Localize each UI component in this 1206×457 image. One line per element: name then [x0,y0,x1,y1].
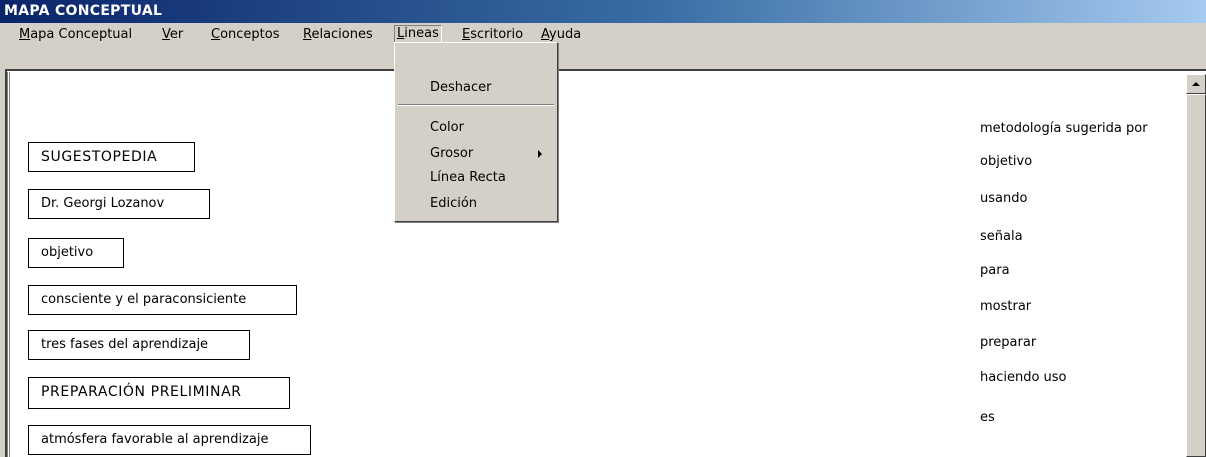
menu-mnemonic: M [19,27,31,42]
menu-item-deshacer[interactable]: Deshacer [430,80,491,96]
menu-label: apa Conceptual [30,27,133,42]
menu-bar: Mapa Conceptual Ver Conceptos Relaciones… [0,23,1206,45]
menu-label: elaciones [311,27,373,42]
menu-mnemonic: V [162,27,170,42]
relation-label[interactable]: mostrar [980,299,1031,314]
window-title: MAPA CONCEPTUAL [4,3,163,19]
relation-label[interactable]: preparar [980,335,1036,350]
concept-box[interactable]: Dr. Georgi Lozanov [28,189,210,219]
vertical-scrollbar[interactable] [1186,74,1206,457]
menu-ver[interactable]: Ver [160,26,185,43]
menu-item-color[interactable]: Color [430,120,464,136]
relation-label[interactable]: señala [980,229,1023,244]
lineas-dropdown-menu: Deshacer Color Grosor Línea Recta Edició… [394,42,558,222]
menu-ayuda[interactable]: Ayuda [539,26,583,43]
menu-relaciones[interactable]: Relaciones [301,26,375,43]
menu-escritorio[interactable]: Escritorio [460,26,525,43]
menu-item-edicion[interactable]: Edición [430,196,477,212]
concept-box[interactable]: PREPARACIÓN PRELIMINAR [28,377,290,409]
canvas-left-edge [7,72,10,457]
menu-separator [398,104,554,106]
menu-label: onceptos [220,27,280,42]
menu-item-grosor[interactable]: Grosor [430,146,473,162]
menu-label: er [169,27,184,42]
menu-mnemonic: E [462,27,471,42]
relation-label[interactable]: metodología sugerida por [980,121,1148,136]
menu-conceptos[interactable]: Conceptos [209,26,282,43]
scroll-up-button[interactable] [1186,74,1206,94]
relation-label[interactable]: usando [980,191,1027,206]
arrow-up-icon [1192,82,1200,86]
menu-label: scritorio [470,27,524,42]
relation-label[interactable]: para [980,263,1010,278]
title-bar: MAPA CONCEPTUAL [0,0,1206,23]
menu-mnemonic: A [541,27,550,42]
relation-label[interactable]: haciendo uso [980,370,1067,385]
concept-box[interactable]: SUGESTOPEDIA [28,142,195,172]
menu-item-linea-recta[interactable]: Línea Recta [430,170,506,186]
relation-label[interactable]: objetivo [980,154,1032,169]
concept-box[interactable]: consciente y el paraconsiciente [28,285,297,315]
relation-label[interactable]: es [980,410,995,425]
menu-label: ineas [404,26,439,41]
menu-mnemonic: C [211,27,221,42]
scroll-thumb[interactable] [1186,94,1206,457]
chevron-right-icon [538,150,542,158]
menu-label: yuda [549,27,582,42]
menu-mapa-conceptual[interactable]: Mapa Conceptual [17,26,134,43]
concept-box[interactable]: objetivo [28,238,124,268]
concept-box[interactable]: tres fases del aprendizaje [28,330,250,360]
concept-box[interactable]: atmósfera favorable al aprendizaje [28,425,311,455]
